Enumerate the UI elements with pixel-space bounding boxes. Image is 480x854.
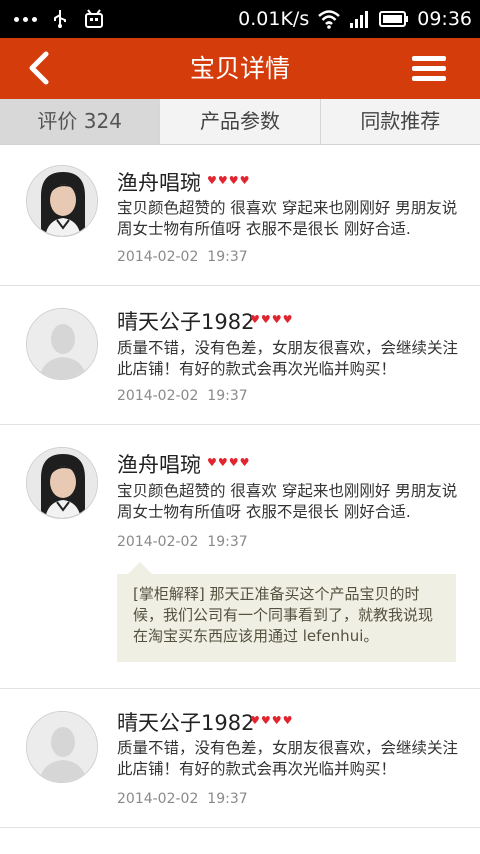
review-date: 2014-02-02: [117, 791, 199, 807]
heart-icon: ♥: [282, 714, 293, 727]
tab-product-params[interactable]: 产品参数: [160, 99, 321, 144]
review-date: 2014-02-02: [117, 249, 199, 265]
review-item: 晴天公子1982 ♥ ♥ ♥ ♥ 质量不错，没有色差，女朋友很喜欢，会继续关注此店铺！…: [0, 286, 480, 425]
heart-icon: ♥: [282, 313, 293, 326]
review-time: 2014-02-02 19:37: [117, 388, 248, 404]
review-text: 质量不错，没有色差，女朋友很喜欢，会继续关注此店铺！有好的款式会再次光临并购买！: [117, 339, 459, 378]
heart-icon: ♥: [228, 174, 239, 187]
review-date: 2014-02-02: [117, 534, 199, 550]
default-avatar[interactable]: [26, 711, 98, 783]
review-text: 质量不错，没有色差，女朋友很喜欢，会继续关注此店铺！有好的款式会再次光临并购买！: [117, 739, 459, 778]
more-dots-icon: [14, 16, 37, 22]
review-text: 宝贝颜色超赞的 很喜欢 穿起来也刚刚好 男朋友说周女士物有所值呀 衣服不是很长 …: [117, 199, 458, 238]
menu-button[interactable]: [412, 56, 446, 82]
heart-icon: ♥: [260, 313, 271, 326]
signal-icon: [350, 11, 369, 28]
heart-icon: ♥: [228, 456, 239, 469]
rating-stars: ♥ ♥ ♥ ♥: [207, 457, 250, 468]
app-header: 宝贝详情: [0, 38, 480, 99]
reviewer-name: 渔舟唱琬: [117, 171, 201, 195]
heart-icon: ♥: [239, 456, 250, 469]
review-clock: 19:37: [207, 249, 248, 265]
hamburger-menu-icon: [412, 56, 446, 81]
usb-icon: [54, 10, 66, 28]
heart-icon: ♥: [207, 456, 217, 469]
heart-icon: ♥: [250, 313, 260, 326]
heart-icon: ♥: [271, 714, 282, 727]
reviewer-name: 晴天公子1982: [117, 711, 255, 735]
network-speed: 0.01K/s: [238, 8, 310, 30]
heart-icon: ♥: [271, 313, 282, 326]
wifi-icon: [318, 10, 341, 29]
shop-reply: [掌柜解释] 那天正准备买这个产品宝贝的时候，我们公司有一个同事看到了，就教我说…: [117, 574, 456, 662]
reviewer-name: 渔舟唱琬: [117, 453, 201, 477]
review-clock: 19:37: [207, 534, 248, 550]
female-photo-avatar[interactable]: [26, 165, 98, 237]
rating-stars: ♥ ♥ ♥ ♥: [250, 314, 293, 325]
heart-icon: ♥: [217, 174, 228, 187]
default-avatar[interactable]: [26, 308, 98, 380]
clock: 09:36: [417, 8, 472, 30]
review-time: 2014-02-02 19:37: [117, 249, 248, 265]
review-date: 2014-02-02: [117, 388, 199, 404]
status-bar: 0.01K/s 09:36: [0, 0, 480, 38]
review-time: 2014-02-02 19:37: [117, 534, 248, 550]
battery-icon: [379, 11, 409, 27]
chevron-left-icon: [29, 51, 49, 85]
heart-icon: ♥: [217, 456, 228, 469]
review-item: 晴天公子1982 ♥ ♥ ♥ ♥ 质量不错，没有色差，女朋友很喜欢，会继续关注此店铺！…: [0, 689, 480, 828]
review-text: 宝贝颜色超赞的 很喜欢 穿起来也刚刚好 男朋友说周女士物有所值呀 衣服不是很长 …: [117, 482, 458, 521]
rating-stars: ♥ ♥ ♥ ♥: [250, 715, 293, 726]
female-photo-avatar[interactable]: [26, 447, 98, 519]
debug-icon: [85, 9, 103, 28]
reply-bubble-arrow: [128, 562, 152, 574]
page-title: 宝贝详情: [189, 54, 290, 83]
heart-icon: ♥: [250, 714, 260, 727]
heart-icon: ♥: [260, 714, 271, 727]
review-clock: 19:37: [207, 791, 248, 807]
review-time: 2014-02-02 19:37: [117, 791, 248, 807]
heart-icon: ♥: [207, 174, 217, 187]
review-item: 渔舟唱琬 ♥ ♥ ♥ ♥ 宝贝颜色超赞的 很喜欢 穿起来也刚刚好 男朋友说周女士物有所…: [0, 145, 480, 286]
review-clock: 19:37: [207, 388, 248, 404]
tab-bar: 评价 324 产品参数 同款推荐: [0, 99, 480, 145]
reviewer-name: 晴天公子1982: [117, 310, 255, 334]
heart-icon: ♥: [239, 174, 250, 187]
tab-reviews[interactable]: 评价 324: [0, 99, 161, 144]
rating-stars: ♥ ♥ ♥ ♥: [207, 175, 250, 186]
tab-similar-recommend[interactable]: 同款推荐: [321, 99, 480, 144]
back-button[interactable]: [20, 48, 60, 88]
